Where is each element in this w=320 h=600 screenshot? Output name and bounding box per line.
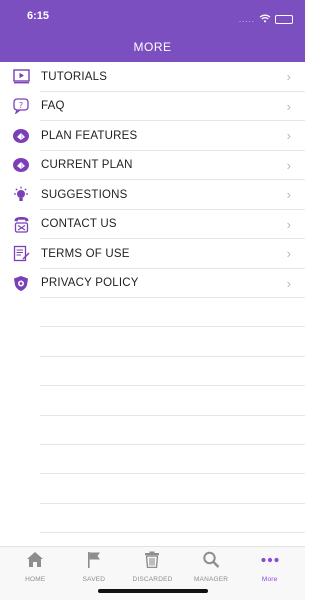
bottom-tab-bar: HOME SAVED DISCARDED MANAGER More xyxy=(0,546,305,600)
tab-home[interactable]: HOME xyxy=(6,551,65,583)
home-icon xyxy=(26,551,44,573)
document-edit-icon xyxy=(6,245,36,262)
menu-item-label: FAQ xyxy=(41,100,65,113)
status-time: 6:15 xyxy=(27,10,50,22)
chevron-right-icon: › xyxy=(286,246,291,262)
list-divider xyxy=(40,327,305,357)
tab-label: HOME xyxy=(25,576,46,583)
list-divider xyxy=(40,386,305,416)
tab-saved[interactable]: SAVED xyxy=(65,551,124,583)
tab-label: SAVED xyxy=(82,576,106,583)
status-bar: 6:15 ..... xyxy=(0,0,305,32)
chevron-right-icon: › xyxy=(286,157,291,173)
menu-item-label: CONTACT US xyxy=(41,218,117,231)
tab-manager[interactable]: MANAGER xyxy=(182,551,241,583)
menu-item-label: TERMS OF USE xyxy=(41,247,130,260)
menu-item-contact-us[interactable]: CONTACT US › xyxy=(0,210,305,240)
shield-icon xyxy=(6,275,36,292)
menu-item-faq[interactable]: ? FAQ › xyxy=(0,92,305,122)
menu-item-tutorials[interactable]: TUTORIALS › xyxy=(0,62,305,92)
home-indicator xyxy=(98,589,208,593)
list-divider xyxy=(40,416,305,445)
list-divider xyxy=(40,357,305,387)
battery-icon xyxy=(275,14,293,24)
menu-item-privacy-policy[interactable]: PRIVACY POLICY › xyxy=(0,269,305,299)
flag-icon xyxy=(85,551,103,573)
menu-item-label: PRIVACY POLICY xyxy=(41,277,139,290)
list-divider xyxy=(40,474,305,504)
wifi-icon xyxy=(259,10,271,28)
chevron-right-icon: › xyxy=(286,69,291,85)
list-divider xyxy=(40,298,305,328)
menu-item-label: CURRENT PLAN xyxy=(41,159,133,172)
plan-badge-icon xyxy=(6,128,36,144)
lightbulb-icon xyxy=(6,186,36,204)
chevron-right-icon: › xyxy=(286,187,291,203)
more-dots-icon xyxy=(260,551,280,573)
menu-item-current-plan[interactable]: CURRENT PLAN › xyxy=(0,151,305,181)
menu-item-plan-features[interactable]: PLAN FEATURES › xyxy=(0,121,305,151)
more-menu-list: TUTORIALS › ? FAQ › PLAN FEATURES › CURR… xyxy=(0,62,305,298)
chevron-right-icon: › xyxy=(286,275,291,291)
page-title: MORE xyxy=(133,40,172,54)
trash-icon xyxy=(143,551,161,573)
menu-item-suggestions[interactable]: SUGGESTIONS › xyxy=(0,180,305,210)
phone-icon xyxy=(6,216,36,233)
cellular-signal-icon: ..... xyxy=(238,14,255,24)
navigation-header: 6:15 ..... MORE xyxy=(0,0,305,62)
menu-item-label: PLAN FEATURES xyxy=(41,129,138,142)
question-bubble-icon: ? xyxy=(6,98,36,115)
chevron-right-icon: › xyxy=(286,98,291,114)
plan-badge-icon xyxy=(6,157,36,173)
list-divider xyxy=(40,504,305,534)
status-indicators: ..... xyxy=(239,10,293,28)
list-divider xyxy=(40,445,305,475)
chevron-right-icon: › xyxy=(286,128,291,144)
tab-label: MANAGER xyxy=(193,576,229,583)
play-video-icon xyxy=(6,69,36,84)
tab-label: DISCARDED xyxy=(132,576,173,583)
menu-item-label: TUTORIALS xyxy=(41,70,108,83)
search-icon xyxy=(202,551,220,573)
chevron-right-icon: › xyxy=(286,216,291,232)
svg-text:?: ? xyxy=(19,101,23,110)
tab-more[interactable]: More xyxy=(240,551,299,583)
tab-discarded[interactable]: DISCARDED xyxy=(123,551,182,583)
tab-label: More xyxy=(261,576,278,583)
empty-list-area xyxy=(0,298,305,534)
menu-item-label: SUGGESTIONS xyxy=(41,188,128,201)
menu-item-terms-of-use[interactable]: TERMS OF USE › xyxy=(0,239,305,269)
